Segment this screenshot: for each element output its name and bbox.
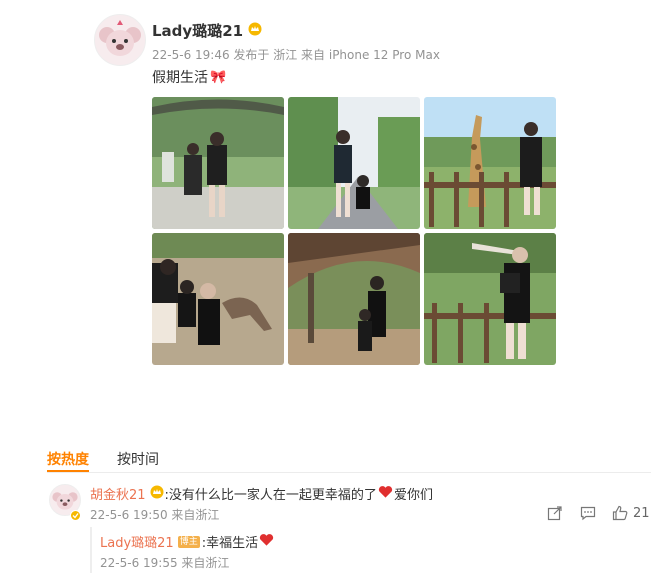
tab-sort-hot[interactable]: 按热度 (47, 452, 89, 468)
photo-5[interactable] (288, 233, 420, 365)
photo-3[interactable] (424, 97, 556, 229)
photo-1[interactable] (152, 97, 284, 229)
share-button[interactable] (547, 505, 563, 521)
crown-badge-icon (248, 21, 262, 40)
comment-meta: 22-5-6 19:50 来自浙江 (90, 508, 220, 522)
comment-icon (580, 506, 596, 521)
like-button[interactable]: 21 (612, 505, 650, 521)
share-icon (547, 506, 562, 521)
like-count: 21 (633, 505, 650, 521)
koala-avatar-icon (95, 15, 145, 65)
thumbs-up-icon (612, 505, 628, 521)
author-avatar[interactable] (94, 14, 146, 66)
red-heart-icon (378, 484, 393, 503)
post-text: 假期生活 (152, 70, 208, 86)
red-heart-icon (259, 532, 274, 551)
verified-badge-icon (70, 506, 81, 525)
comment-text: :没有什么比一家人在一起更幸福的了 (164, 488, 377, 503)
tab-sort-time[interactable]: 按时间 (117, 452, 159, 468)
tabs-divider (47, 472, 651, 473)
comment-button[interactable] (580, 505, 596, 521)
comment-text-end: 爱你们 (393, 488, 433, 503)
crown-badge-icon (150, 484, 164, 503)
post-meta: 22-5-6 19:46 发布于 浙江 来自 iPhone 12 Pro Max (152, 48, 440, 62)
bow-emoji: 🎀 (210, 69, 227, 85)
reply-author-name[interactable]: Lady璐璐21 (100, 532, 174, 551)
photo-6[interactable] (424, 233, 556, 365)
photo-4[interactable] (152, 233, 284, 365)
post-author-name[interactable]: Lady璐璐21 (152, 20, 243, 41)
reply-text: :幸福生活 (201, 536, 259, 551)
author-badge: 博主 (177, 535, 200, 548)
reply-meta: 22-5-6 19:55 来自浙江 (100, 556, 230, 570)
photo-grid (152, 97, 556, 365)
photo-2[interactable] (288, 97, 420, 229)
comment-author-name[interactable]: 胡金秋21 (90, 484, 146, 503)
